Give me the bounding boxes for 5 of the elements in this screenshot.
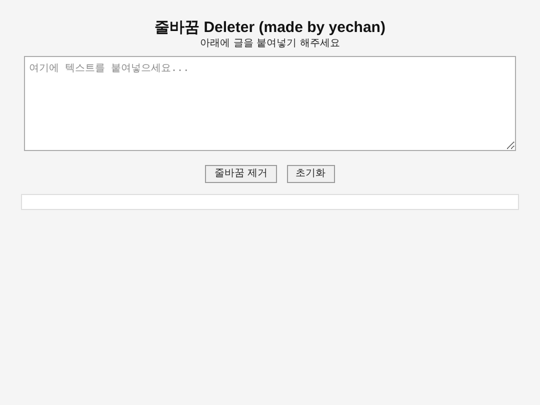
- subtitle: 아래에 글을 붙여넣기 해주세요: [200, 38, 340, 49]
- remove-linebreaks-button[interactable]: 줄바꿈 제거: [205, 165, 277, 183]
- page-title: 줄바꿈 Deleter (made by yechan): [154, 18, 386, 37]
- reset-button[interactable]: 초기화: [286, 165, 335, 183]
- text-input-field[interactable]: 여기에 텍스트를 붙여넣으세요...: [24, 56, 516, 151]
